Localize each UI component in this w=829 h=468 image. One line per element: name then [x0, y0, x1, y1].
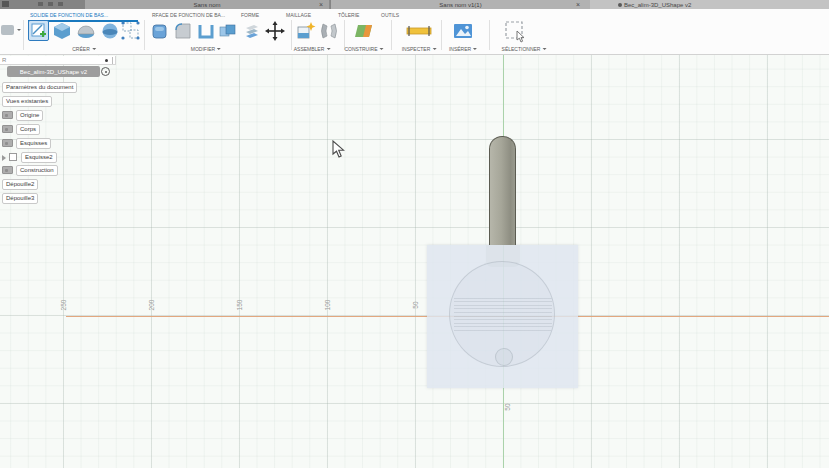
tab-surface[interactable]: RFACE DE FONCTION DE BA... — [152, 12, 225, 18]
browser-item-construction[interactable]: Construction — [16, 165, 58, 176]
ruler-label: 250 — [55, 297, 71, 313]
tab-forme[interactable]: FORME — [241, 12, 259, 18]
document-title-text: Bec_alim-3D_UShape v2 — [624, 2, 691, 8]
browser-item-corps[interactable]: Corps — [16, 124, 40, 135]
sketch-small-circle[interactable] — [495, 348, 513, 366]
viewport-canvas[interactable] — [0, 55, 829, 468]
group-construire[interactable]: CONSTRUIRE — [344, 46, 383, 52]
select-tool-button[interactable] — [505, 21, 525, 41]
document-icon — [618, 3, 622, 7]
measure-button[interactable] — [406, 21, 432, 41]
tab-solide[interactable]: SOLIDE DE FONCTION DE BAS... — [30, 12, 108, 18]
ruler-label: 200 — [143, 297, 159, 313]
group-construire-label: CONSTRUIRE — [344, 46, 377, 52]
group-selectionner-label: SÉLECTIONNER — [502, 46, 541, 52]
tab-close-icon[interactable]: × — [576, 0, 580, 9]
group-creer-label: CRÉER — [72, 46, 90, 52]
group-assembler-label: ASSEMBLER — [294, 46, 325, 52]
ruler-label: 100 — [319, 297, 335, 313]
ruler-label: 150 — [231, 297, 247, 313]
forme-icon[interactable] — [242, 21, 262, 41]
browser-item-esquisse2[interactable]: Esquisse2 — [21, 152, 57, 163]
workspace-icon[interactable] — [1, 25, 14, 35]
browser-item-esquisses[interactable]: Esquisses — [16, 138, 51, 149]
group-inserer[interactable]: INSÉRER — [449, 46, 477, 52]
tab-maillage[interactable]: MAILLAGE — [286, 12, 311, 18]
group-inserer-label: INSÉRER — [449, 46, 471, 52]
move-tool-icon[interactable] — [265, 21, 285, 41]
undo-icon[interactable] — [48, 2, 53, 6]
app-menu-icon[interactable] — [2, 1, 9, 7]
group-modifier[interactable]: MODIFIER — [191, 46, 221, 52]
new-component-button[interactable] — [296, 21, 316, 41]
fusion-window: 250 200 150 100 50 50 Sans nom × Sans no… — [0, 0, 829, 468]
press-pull-button[interactable] — [150, 21, 170, 41]
model-handle-body[interactable] — [489, 136, 516, 245]
group-selectionner[interactable]: SÉLECTIONNER — [502, 46, 547, 52]
joint-button[interactable] — [319, 21, 339, 41]
insert-button[interactable] — [453, 21, 473, 41]
extrude-button[interactable] — [52, 21, 72, 41]
group-creer[interactable]: CRÉER — [72, 46, 96, 52]
folder-icon[interactable] — [2, 111, 13, 119]
group-inspecter-label: INSPECTER — [402, 46, 431, 52]
folder-icon[interactable] — [2, 125, 13, 133]
group-modifier-label: MODIFIER — [191, 46, 215, 52]
fillet-button[interactable] — [173, 21, 193, 41]
construction-plane-button[interactable] — [353, 21, 373, 41]
document-title: Bec_alim-3D_UShape v2 — [618, 2, 691, 8]
tab-close-icon[interactable]: × — [319, 0, 323, 9]
create-sketch-button[interactable] — [28, 20, 49, 41]
combine-button[interactable] — [218, 21, 238, 41]
browser-item-depouille2[interactable]: Dépouille2 — [2, 179, 38, 190]
shell-button[interactable] — [196, 21, 216, 41]
tab-tolerie[interactable]: TÔLERIE — [338, 12, 359, 18]
group-inspecter[interactable]: INSPECTER — [402, 46, 437, 52]
browser-filter-bar[interactable]: R — [0, 56, 116, 65]
document-tab-1-label: Sans nom — [193, 2, 220, 8]
titlebar-right: Bec_alim-3D_UShape v2 — [590, 0, 829, 9]
derive-button[interactable] — [121, 21, 141, 41]
folder-icon[interactable] — [2, 166, 13, 174]
browser-document-label: Bec_alim-3D_UShape v2 — [20, 69, 87, 75]
save-icon[interactable] — [38, 2, 43, 6]
ruler-label: 50 — [407, 297, 423, 313]
filter-separator — [112, 57, 113, 64]
tree-expand-icon[interactable] — [2, 155, 6, 161]
chevron-down-icon[interactable] — [17, 29, 21, 31]
browser-item-origine[interactable]: Origine — [16, 110, 43, 121]
tab-outils[interactable]: OUTILS — [381, 12, 399, 18]
revolve-button[interactable] — [76, 21, 96, 41]
document-tab-2[interactable]: Sans nom v1(1) × — [331, 0, 590, 9]
browser-item-depouille3[interactable]: Dépouille3 — [2, 193, 38, 204]
ribbon-toolbar: SOLIDE DE FONCTION DE BAS... RFACE DE FO… — [0, 9, 829, 55]
filter-dot-icon[interactable] — [105, 59, 108, 62]
sketch-hatch-lines — [454, 297, 552, 331]
sketch-visibility-checkbox[interactable] — [9, 153, 17, 161]
browser-document-node[interactable]: Bec_alim-3D_UShape v2 — [7, 66, 100, 77]
sweep-button[interactable] — [100, 21, 120, 41]
ruler-label-vertical: 50 — [499, 399, 515, 415]
document-tab-1[interactable]: Sans nom × — [85, 0, 330, 9]
document-activate-icon[interactable] — [101, 67, 110, 76]
redo-icon[interactable] — [58, 2, 63, 6]
document-tab-2-label: Sans nom v1(1) — [439, 2, 481, 8]
group-assembler[interactable]: ASSEMBLER — [294, 46, 331, 52]
browser-filter-label: R — [2, 57, 6, 63]
browser-item-vues[interactable]: Vues existantes — [2, 96, 52, 107]
mouse-cursor — [332, 140, 346, 158]
folder-icon[interactable] — [2, 139, 13, 147]
browser-item-parametres[interactable]: Paramètres du document — [2, 82, 77, 93]
